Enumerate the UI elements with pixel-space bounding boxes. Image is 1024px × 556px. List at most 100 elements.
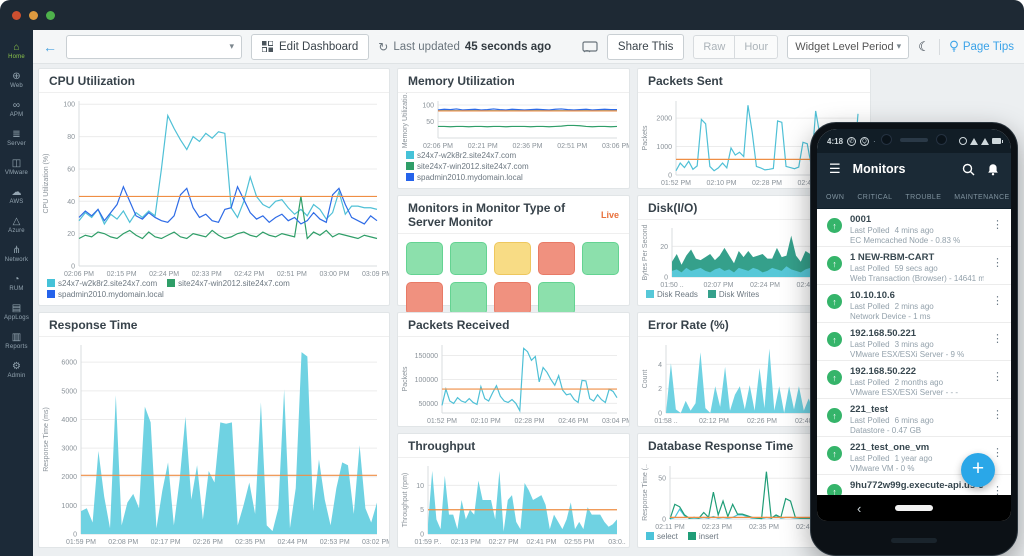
svg-text:1000: 1000 xyxy=(656,144,672,151)
sidebar-item-azure[interactable]: △Azure xyxy=(0,211,33,240)
more-options-icon[interactable]: ⋮ xyxy=(992,294,1003,307)
legend-item: site24x7-win2012.site24x7.com xyxy=(406,162,529,172)
svg-text:02:26 PM: 02:26 PM xyxy=(747,418,777,425)
tab-trouble[interactable]: TROUBLE xyxy=(904,194,942,208)
sidebar-item-server[interactable]: ≣Server xyxy=(0,124,33,153)
sidebar-item-aws[interactable]: ☁AWS xyxy=(0,182,33,211)
tab-own[interactable]: OWN xyxy=(825,194,845,208)
android-home-pill[interactable] xyxy=(895,505,933,511)
monitor-detail: EC Memcached Node - 0.83 % xyxy=(850,236,984,245)
svg-text:5000: 5000 xyxy=(61,388,77,395)
raw-toggle-button[interactable]: Raw xyxy=(693,35,734,59)
more-options-icon[interactable]: ⋮ xyxy=(992,408,1003,421)
svg-text:6000: 6000 xyxy=(61,360,77,367)
tab-maintenance[interactable]: MAINTENANCE xyxy=(953,194,1010,208)
card-packets-received: Packets Received 50000100000150000Packet… xyxy=(397,312,630,427)
more-options-icon[interactable]: ⋮ xyxy=(992,256,1003,269)
throughput-chart[interactable]: 0510Throughput (rpm)01:59 P..02:13 PM02:… xyxy=(398,458,629,547)
monitor-detail: VMware ESX/ESXi Server - 9 % xyxy=(850,350,984,359)
bell-icon[interactable] xyxy=(987,163,999,176)
svg-text:50: 50 xyxy=(426,119,434,126)
monitor-list-item[interactable]: ↑1 NEW-RBM-CARTLast Polled59 secs agoWeb… xyxy=(817,247,1011,285)
add-monitor-fab[interactable]: + xyxy=(961,453,995,487)
more-options-icon[interactable]: ⋮ xyxy=(992,370,1003,383)
dark-mode-moon-icon[interactable]: ☾ xyxy=(918,39,930,55)
sidebar-item-apm[interactable]: ∞APM xyxy=(0,95,33,124)
azure-icon: △ xyxy=(13,217,21,227)
minimize-window-button[interactable] xyxy=(29,11,38,20)
svg-text:03:0..: 03:0.. xyxy=(608,539,626,546)
monitor-status-box-green[interactable] xyxy=(450,282,487,315)
android-back-icon[interactable]: ‹ xyxy=(857,501,861,516)
monitor-status-box-yellow[interactable] xyxy=(494,242,531,275)
svg-text:02:13 PM: 02:13 PM xyxy=(451,539,481,546)
tab-critical[interactable]: CRITICAL xyxy=(856,194,893,208)
phone-screen: 4:18 ✆ Q · ☰ Monitors xyxy=(817,129,1011,521)
monitor-status-box-green[interactable] xyxy=(406,242,443,275)
sidebar-item-applogs[interactable]: ▤AppLogs xyxy=(0,298,33,327)
cast-icon[interactable] xyxy=(582,41,598,53)
dashboard-select[interactable]: ▾ xyxy=(66,35,242,59)
monitor-status-box-green[interactable] xyxy=(538,282,575,315)
monitor-last-polled: Last Polled59 secs ago xyxy=(850,264,984,273)
monitor-list-item[interactable]: ↑0001Last Polled4 mins agoEC Memcached N… xyxy=(817,209,1011,247)
hour-toggle-button[interactable]: Hour xyxy=(734,35,778,59)
toolbar: ← ▾ Edit Dashboard ↻ Last updated 45 sec… xyxy=(33,30,1024,64)
sidebar-item-web[interactable]: ⊕Web xyxy=(0,66,33,95)
svg-text:03:02 PM: 03:02 PM xyxy=(362,539,389,546)
monitor-list-item[interactable]: ↑192.168.50.221Last Polled3 mins agoVMwa… xyxy=(817,323,1011,361)
maximize-window-button[interactable] xyxy=(46,11,55,20)
svg-text:3000: 3000 xyxy=(61,446,77,453)
monitor-list-item[interactable]: ↑221_testLast Polled6 mins agoDatastore … xyxy=(817,399,1011,437)
earpiece-speaker xyxy=(900,138,928,142)
svg-text:02:07 PM: 02:07 PM xyxy=(704,282,734,289)
monitor-status-box-red[interactable] xyxy=(538,242,575,275)
svg-text:02:17 PM: 02:17 PM xyxy=(151,539,181,546)
response-time-chart[interactable]: 0100020003000400050006000Response Time (… xyxy=(39,337,389,547)
monitor-status-box-red[interactable] xyxy=(406,282,443,315)
sidebar-item-rum[interactable]: ◔RUM xyxy=(0,269,33,298)
sidebar-item-reports[interactable]: ▥Reports xyxy=(0,327,33,356)
svg-text:02:53 PM: 02:53 PM xyxy=(320,539,350,546)
status-up-icon: ↑ xyxy=(827,408,842,423)
more-options-icon[interactable]: ⋮ xyxy=(992,484,1003,495)
svg-text:2: 2 xyxy=(658,386,662,393)
cell-signal-icon xyxy=(981,138,989,145)
more-options-icon[interactable]: ⋮ xyxy=(992,218,1003,231)
monitor-list-item[interactable]: ↑10.10.10.6Last Polled2 mins agoNetwork … xyxy=(817,285,1011,323)
legend-swatch xyxy=(406,151,414,159)
data-saver-icon xyxy=(959,137,967,145)
monitor-status-box-red[interactable] xyxy=(494,282,531,315)
monitor-list-item[interactable]: ↑192.168.50.222Last Polled2 months agoVM… xyxy=(817,361,1011,399)
svg-text:02:55 PM: 02:55 PM xyxy=(564,539,594,546)
phone-tabs: OWNCRITICALTROUBLEMAINTENANCEUP xyxy=(817,185,1011,209)
sidebar-item-admin[interactable]: ⚙Admin xyxy=(0,356,33,385)
menu-icon[interactable]: ☰ xyxy=(829,161,841,177)
monitor-status-box-green[interactable] xyxy=(450,242,487,275)
monitor-name: 221_test_one_vm xyxy=(850,442,984,453)
search-icon[interactable] xyxy=(962,163,975,176)
share-this-button[interactable]: Share This xyxy=(607,34,684,60)
refresh-icon[interactable]: ↻ xyxy=(378,40,388,54)
monitor-status-box-green[interactable] xyxy=(582,242,619,275)
edit-dashboard-button[interactable]: Edit Dashboard xyxy=(251,34,369,60)
sidebar-item-home[interactable]: ⌂Home xyxy=(0,37,33,66)
front-camera-icon xyxy=(881,134,892,145)
back-arrow-icon[interactable]: ← xyxy=(43,39,57,55)
monitor-detail: Network Device - 1 ms xyxy=(850,312,984,321)
card-title: Database Response Time xyxy=(648,439,793,453)
packets-received-chart[interactable]: 50000100000150000Packets01:52 PM02:10 PM… xyxy=(398,337,629,426)
widget-level-period-select[interactable]: Widget Level Period ▾ xyxy=(787,35,909,59)
cpu-utilization-chart[interactable]: 020406080100CPU Utilization (%)02:06 PM0… xyxy=(39,93,389,279)
close-window-button[interactable] xyxy=(12,11,21,20)
svg-text:0: 0 xyxy=(73,532,77,539)
sidebar-item-label: Admin xyxy=(7,373,25,379)
memory-utilization-chart[interactable]: 50100Memory Utilizatio..02:06 PM02:21 PM… xyxy=(398,93,629,151)
cpu-legend: s24x7-w2k8r2.site24x7.comsite24x7-win201… xyxy=(39,279,389,305)
more-options-icon[interactable]: ⋮ xyxy=(992,332,1003,345)
page-tips-link[interactable]: Page Tips xyxy=(949,40,1014,53)
sidebar-item-vmware[interactable]: ◫VMware xyxy=(0,153,33,182)
more-options-icon[interactable]: ⋮ xyxy=(992,446,1003,459)
sidebar-item-network[interactable]: ⋔Network xyxy=(0,240,33,269)
svg-text:0: 0 xyxy=(668,173,672,180)
